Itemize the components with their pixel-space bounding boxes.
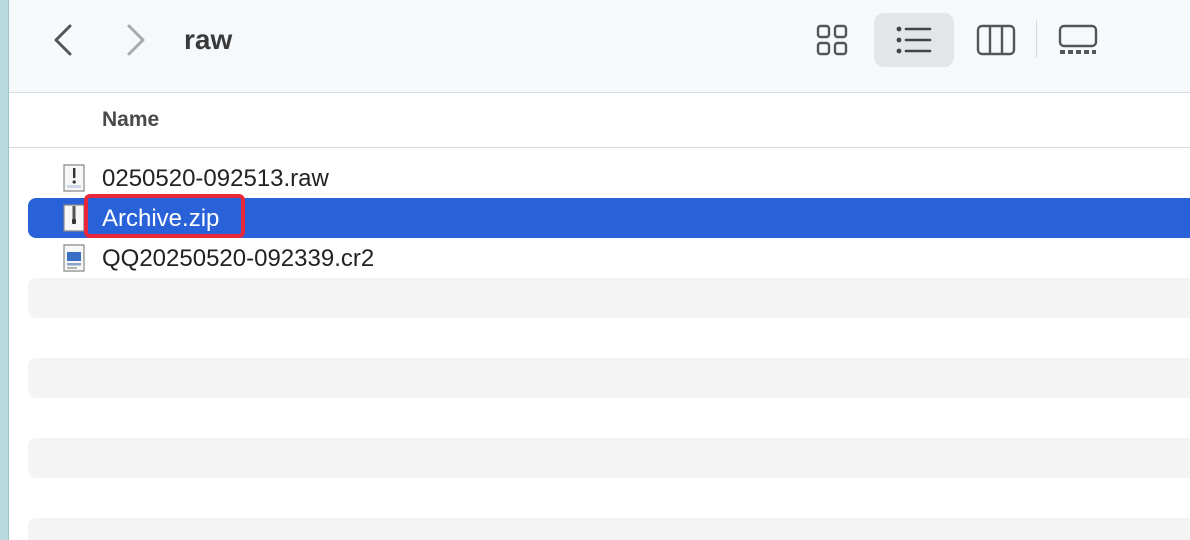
image-file-icon [63, 244, 85, 272]
chevron-left-icon [54, 24, 72, 56]
list-view-button[interactable] [874, 13, 954, 67]
chevron-right-icon [127, 24, 145, 56]
file-name: 0250520-092513.raw [102, 165, 329, 192]
forward-button[interactable] [118, 20, 154, 60]
zip-file-icon [63, 204, 85, 232]
gallery-view-button[interactable] [1038, 13, 1118, 67]
file-name: QQ20250520-092339.cr2 [102, 245, 375, 272]
file-row-selected[interactable]: Archive.zip [28, 194, 1190, 238]
list-icon [896, 26, 932, 54]
column-view-button[interactable] [956, 13, 1036, 67]
file-row[interactable]: QQ20250520-092339.cr2 [28, 238, 1190, 278]
name-column-header[interactable]: Name [102, 107, 159, 133]
empty-row [28, 398, 1190, 438]
empty-row [28, 278, 1190, 318]
file-row[interactable]: 0250520-092513.raw [28, 158, 1190, 198]
empty-row [28, 438, 1190, 478]
gallery-icon [1058, 24, 1098, 54]
toolbar-separator [1036, 20, 1037, 58]
column-header-row: Name [9, 93, 1190, 148]
window-left-edge [0, 0, 9, 540]
grid-icon [816, 24, 848, 56]
folder-title: raw [184, 24, 233, 55]
icon-view-button[interactable] [792, 13, 872, 67]
empty-row [28, 478, 1190, 518]
finder-window: raw Name 0250520-092513.raw Archive.zip … [0, 0, 1190, 540]
file-name: Archive.zip [102, 205, 220, 232]
columns-icon [976, 24, 1016, 56]
file-list: 0250520-092513.raw Archive.zip QQ2025052… [28, 158, 1190, 540]
empty-row [28, 358, 1190, 398]
back-button[interactable] [45, 20, 81, 60]
empty-row [28, 518, 1190, 540]
toolbar: raw [9, 0, 1190, 93]
raw-file-icon [63, 164, 85, 192]
empty-row [28, 318, 1190, 358]
